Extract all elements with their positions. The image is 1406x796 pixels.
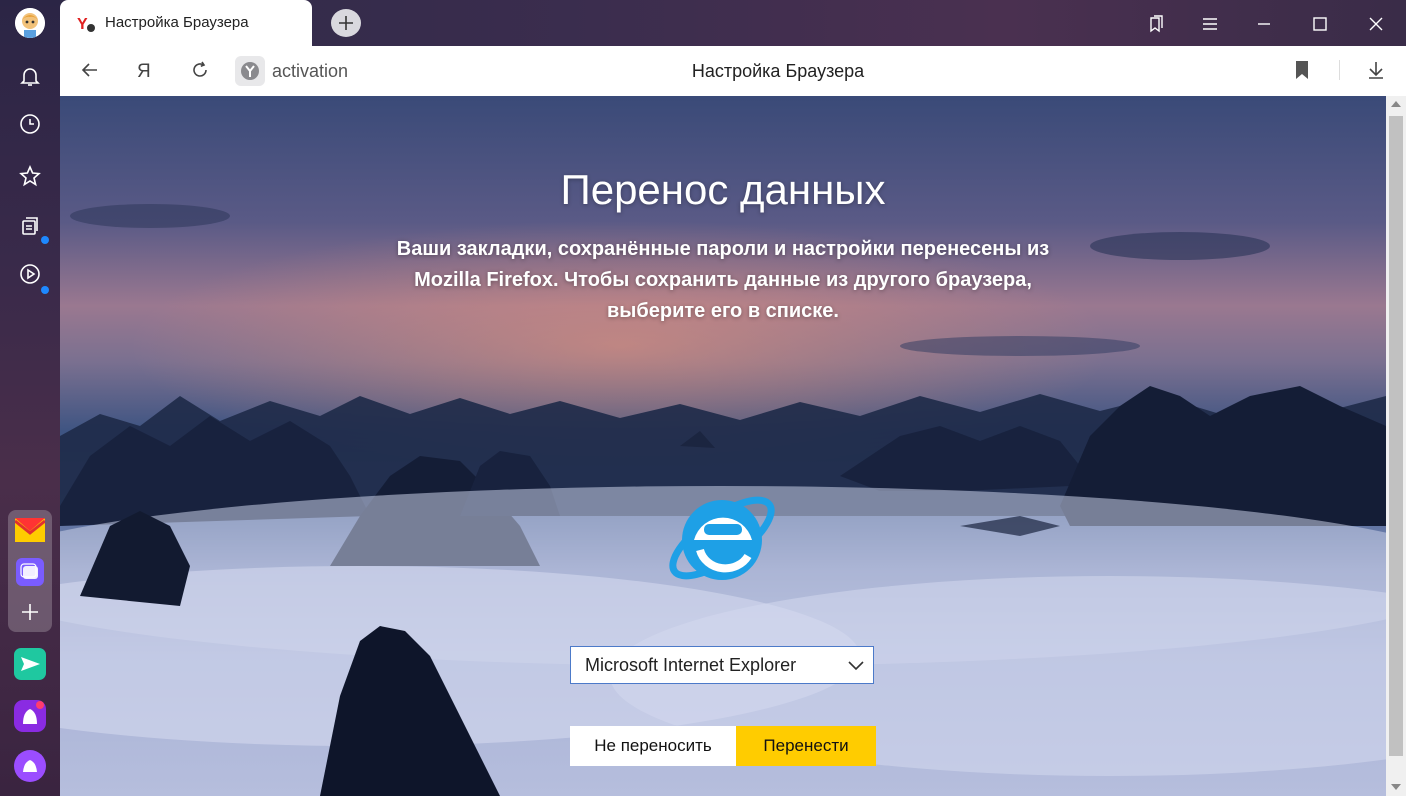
alice-icon[interactable] [14,750,46,782]
scroll-thumb[interactable] [1389,116,1403,756]
scroll-down-icon[interactable] [1391,782,1401,792]
close-icon[interactable] [1364,12,1388,36]
clock-icon[interactable] [14,108,46,140]
chevron-down-icon [847,657,865,675]
page-title: Настройка Браузера [691,61,865,81]
content-area: Перенос данных Ваши закладки, сохранённы… [60,96,1386,796]
notification-dot [41,236,49,244]
scroll-up-icon[interactable] [1391,99,1401,109]
mail-icon[interactable] [14,514,46,546]
scrollbar[interactable] [1386,96,1406,796]
internet-explorer-logo [660,480,786,598]
new-tab-button[interactable] [331,9,361,37]
minimize-icon[interactable] [1252,12,1276,36]
avatar[interactable] [15,8,45,38]
send-icon[interactable] [14,648,46,680]
skip-transfer-button[interactable]: Не переносить [570,726,736,766]
page-description: Ваши закладки, сохранённые пароли и наст… [396,238,1050,322]
download-icon[interactable] [1364,58,1388,82]
play-icon[interactable] [14,258,46,290]
notification-dot [41,286,49,294]
messenger-icon[interactable] [14,556,46,588]
add-icon[interactable] [14,596,46,628]
maximize-icon[interactable] [1308,12,1332,36]
bookmark-icon[interactable] [1290,58,1314,82]
tab-title: Настройка Браузера [105,14,249,31]
svg-text:Y: Y [77,16,88,33]
bookmarks-panel-icon[interactable] [1144,12,1168,36]
plus-icon [339,16,353,30]
menu-icon[interactable] [1198,12,1222,36]
browser-select-value: Microsoft Internet Explorer [585,655,797,675]
sidebar [0,0,60,796]
tab-active[interactable]: Y Настройка Браузера [60,0,354,46]
browser-select[interactable]: Microsoft Internet Explorer [570,646,874,684]
alice-app-icon[interactable] [14,700,46,732]
yandex-favicon-icon: Y [76,13,96,33]
page-heading: Перенос данных [560,166,886,213]
toolbar-divider [1339,60,1340,80]
star-icon[interactable] [14,160,46,192]
transfer-button[interactable]: Перенести [736,726,876,766]
